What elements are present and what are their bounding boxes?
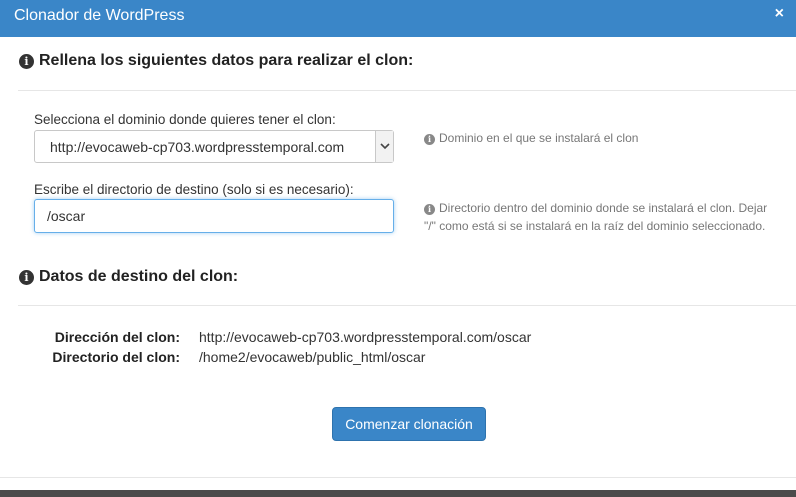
background-strip [0,490,796,497]
chevron-down-icon[interactable] [375,131,393,162]
directory-label: Escribe el directorio de destino (solo s… [34,182,354,197]
directory-hint-line1: Directorio dentro del dominio donde se i… [439,201,768,215]
domain-label: Selecciona el dominio donde quieres tene… [34,112,336,127]
info-circle-icon: i [19,53,34,69]
form-heading: i Rellena los siguientes datos para real… [19,52,413,70]
directory-hint: i Directorio dentro del dominio donde se … [424,199,767,235]
domain-select-value: http://evocaweb-cp703.wordpresstemporal.… [50,139,345,155]
dialog-title: Clonador de WordPress [14,7,185,24]
domain-hint: i Dominio en el que se instalará el clon [424,129,638,147]
info-circle-icon: i [424,204,435,215]
divider [18,90,796,91]
destination-heading: i Datos de destino del clon: [19,268,238,286]
clone-directory-key: Directorio del clon: [52,349,180,365]
info-circle-icon: i [19,269,34,285]
divider [18,305,796,306]
clone-directory-value: /home2/evocaweb/public_html/oscar [199,349,426,365]
domain-select[interactable]: http://evocaweb-cp703.wordpresstemporal.… [34,130,394,163]
directory-input[interactable] [34,199,394,233]
clone-address-key: Dirección del clon: [54,329,180,345]
form-heading-text: Rellena los siguientes datos para realiz… [39,52,414,69]
footer-divider [0,477,796,478]
clone-address-value: http://evocaweb-cp703.wordpresstemporal.… [199,329,532,345]
start-clone-button[interactable]: Comenzar clonación [332,407,486,441]
info-circle-icon: i [424,134,435,145]
destination-heading-text: Datos de destino del clon: [39,268,239,285]
domain-hint-text: Dominio en el que se instalará el clon [439,131,639,145]
directory-hint-line2: "/" como está si se instalará en la raíz… [424,219,766,233]
dialog-header: Clonador de WordPress × [0,0,796,37]
close-icon[interactable]: × [775,5,784,23]
